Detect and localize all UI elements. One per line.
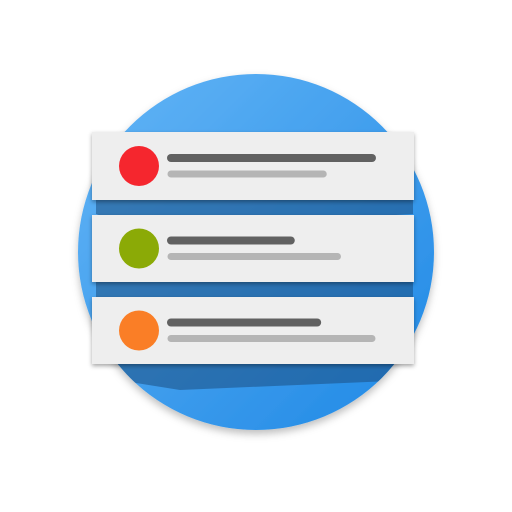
status-dot [119,310,159,351]
status-dot [119,146,159,186]
list-item-red [92,132,414,200]
list-notification-icon [78,74,434,430]
list-item-green [92,215,414,282]
status-dot [119,228,159,269]
list-card-stack [92,132,414,364]
app-icon-canvas [0,0,512,512]
list-item-orange [92,297,414,364]
